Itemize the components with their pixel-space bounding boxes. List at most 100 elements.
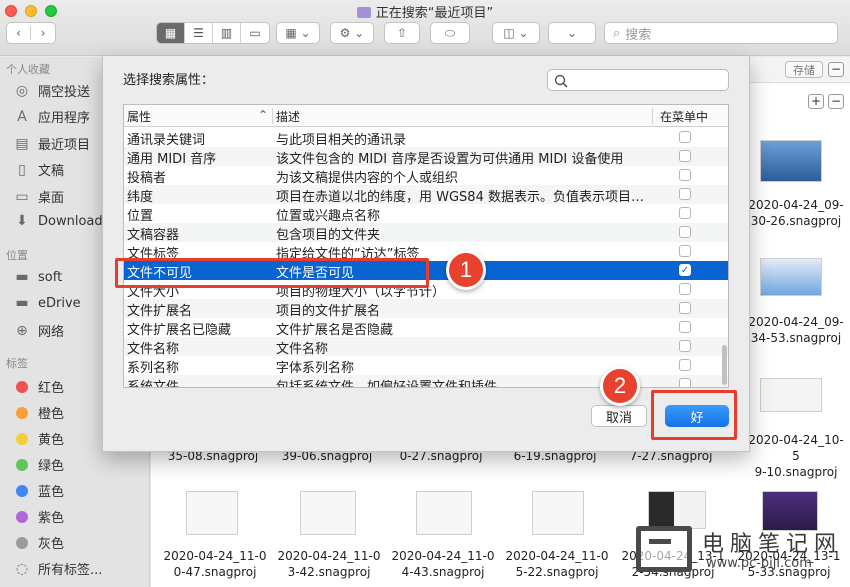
in-menu-checkbox[interactable] <box>679 150 691 162</box>
sidebar-tag-orange[interactable]: 橙色 <box>14 403 64 422</box>
tags-button[interactable]: ⬭ <box>430 22 470 44</box>
disk-icon: ▬ <box>15 295 29 311</box>
file-thumbnail[interactable] <box>416 491 472 535</box>
sidebar-item-edrive[interactable]: ▬ eDrive <box>14 295 80 311</box>
list-view-icon[interactable]: ☰ <box>185 23 213 43</box>
table-row[interactable]: 文稿容器 包含项目的文件夹 <box>124 223 728 243</box>
file-name[interactable]: 2020-04-24_10-5 9-10.snagproj <box>746 432 846 480</box>
description-cell: 包含项目的文件夹 <box>276 228 381 243</box>
file-thumbnail[interactable] <box>760 258 822 296</box>
file-thumbnail[interactable] <box>760 140 822 182</box>
in-menu-checkbox[interactable] <box>679 245 691 257</box>
recents-icon: ▤ <box>15 135 29 152</box>
add-rule-button[interactable]: + <box>808 94 824 109</box>
network-icon: ⊕ <box>16 322 28 339</box>
remove-criteria-button[interactable]: − <box>828 62 844 77</box>
in-menu-checkbox[interactable] <box>679 340 691 352</box>
file-name[interactable]: 2020-04-24_09- 34-53.snagproj <box>746 314 846 346</box>
table-row[interactable]: 系列名称 字体系列名称 <box>124 356 728 376</box>
file-name[interactable]: 2020-04-24_11-0 4-43.snagproj <box>388 548 498 580</box>
gallery-view-icon[interactable]: ▭ <box>241 23 269 43</box>
in-menu-checkbox[interactable] <box>679 359 691 371</box>
sidebar-tag-gray[interactable]: 灰色 <box>14 533 64 552</box>
save-search-button[interactable]: 存储 <box>785 61 823 78</box>
description-cell: 文件扩展名是否隐藏 <box>276 323 394 338</box>
attribute-cell: 位置 <box>127 209 154 224</box>
group-button[interactable]: ▦ ⌄ <box>276 22 320 44</box>
share-button[interactable]: ⇧ <box>384 22 420 44</box>
column-view-icon[interactable]: ▥ <box>213 23 241 43</box>
sidebar-tag-purple[interactable]: 紫色 <box>14 507 64 526</box>
column-header-description[interactable]: 描述 <box>276 108 300 125</box>
dropbox-button[interactable]: ◫ ⌄ <box>492 22 540 44</box>
sidebar-tag-yellow[interactable]: 黄色 <box>14 429 64 448</box>
in-menu-checkbox[interactable] <box>679 131 691 143</box>
file-thumbnail[interactable] <box>300 491 356 535</box>
sidebar-tag-blue[interactable]: 蓝色 <box>14 481 64 500</box>
sidebar-item-recents[interactable]: ▤ 最近项目 <box>14 134 90 154</box>
back-forward-buttons[interactable]: ‹ › <box>6 22 56 44</box>
toolbar-search-field[interactable]: ⌕ 搜索 <box>604 22 838 44</box>
sidebar-item-documents[interactable]: ▯ 文稿 <box>14 160 64 180</box>
action-button[interactable]: ⚙ ⌄ <box>330 22 374 44</box>
sidebar-item-network[interactable]: ⊕ 网络 <box>14 321 64 341</box>
search-icon <box>554 74 568 88</box>
table-row[interactable]: 投稿者 为该文稿提供内容的个人或组织 <box>124 166 728 186</box>
attribute-search-field[interactable] <box>547 69 729 91</box>
in-menu-checkbox[interactable] <box>679 283 691 295</box>
column-header-attribute[interactable]: 属性 <box>127 108 151 125</box>
table-row[interactable]: 文件名称 文件名称 <box>124 337 728 357</box>
file-name[interactable]: 2020-04-24_09- 30-26.snagproj <box>746 197 846 229</box>
table-row[interactable]: 位置 位置或兴趣点名称 <box>124 204 728 224</box>
extra-toolbar-button[interactable]: ⌄ <box>548 22 596 44</box>
sidebar-item-desktop[interactable]: ▭ 桌面 <box>14 187 64 207</box>
file-name[interactable]: 2020-04-24_11-0 3-42.snagproj <box>274 548 384 580</box>
file-thumbnail[interactable] <box>532 491 584 535</box>
attribute-cell: 通讯录关键词 <box>127 133 206 148</box>
table-row[interactable]: 文件扩展名 项目的文件扩展名 <box>124 299 728 319</box>
sort-chevron-up-icon[interactable]: ⌃ <box>258 108 268 122</box>
in-menu-checkbox[interactable] <box>679 378 691 387</box>
table-row[interactable]: 纬度 项目在赤道以北的纬度，用 WGS84 数据表示。负值表示项目… <box>124 185 728 205</box>
back-chevron-icon[interactable]: ‹ <box>7 26 31 40</box>
icon-view-icon[interactable]: ▦ <box>157 23 185 43</box>
attribute-cell: 通用 MIDI 音序 <box>127 152 217 167</box>
view-mode-segmented[interactable]: ▦ ☰ ▥ ▭ <box>156 22 270 44</box>
in-menu-checkbox[interactable] <box>679 188 691 200</box>
table-row[interactable]: 通讯录关键词 与此项目相关的通讯录 <box>124 128 728 148</box>
table-row[interactable]: 文件扩展名已隐藏 文件扩展名是否隐藏 <box>124 318 728 338</box>
remove-rule-button[interactable]: − <box>828 94 844 109</box>
all-tags-icon: ◌ <box>15 560 29 577</box>
in-menu-checkbox[interactable] <box>679 226 691 238</box>
sidebar-item-downloads[interactable]: ⬇ Downloads <box>14 213 109 229</box>
table-scrollbar[interactable] <box>722 345 727 385</box>
file-thumbnail[interactable] <box>186 491 238 535</box>
cancel-button[interactable]: 取消 <box>591 405 647 427</box>
column-header-in-menu[interactable]: 在菜单中 <box>660 108 708 125</box>
in-menu-checkbox[interactable] <box>679 207 691 219</box>
tag-icon: ⬭ <box>444 25 456 40</box>
sidebar-item-applications[interactable]: A 应用程序 <box>14 107 90 127</box>
in-menu-checkbox[interactable] <box>679 169 691 181</box>
watermark-title: 电脑笔记网 <box>702 532 843 557</box>
disk-icon: ▬ <box>15 269 29 285</box>
forward-chevron-icon[interactable]: › <box>31 26 55 40</box>
watermark-url: www.pc-bijl.com <box>706 556 812 571</box>
attribute-cell: 投稿者 <box>127 171 167 186</box>
file-name[interactable]: 2020-04-24_11-0 5-22.snagproj <box>502 548 612 580</box>
description-cell: 与此项目相关的通讯录 <box>276 133 407 148</box>
column-divider <box>652 108 653 124</box>
orange-tag-dot <box>16 406 28 419</box>
sidebar-tag-red[interactable]: 红色 <box>14 377 64 396</box>
sidebar-tag-green[interactable]: 绿色 <box>14 455 64 474</box>
file-thumbnail[interactable] <box>760 378 822 412</box>
sidebar-item-soft[interactable]: ▬ soft <box>14 269 62 285</box>
in-menu-checkbox[interactable] <box>679 302 691 314</box>
description-cell: 包括系统文件，如偏好设置文件和插件 <box>276 380 498 388</box>
in-menu-checkbox[interactable] <box>679 321 691 333</box>
in-menu-checkbox-checked[interactable]: ✓ <box>679 264 691 276</box>
file-name[interactable]: 2020-04-24_11-0 0-47.snagproj <box>160 548 270 580</box>
sidebar-all-tags[interactable]: ◌ 所有标签... <box>14 559 103 579</box>
table-row[interactable]: 通用 MIDI 音序 该文件包含的 MIDI 音序是否设置为可供通用 MIDI 设… <box>124 147 728 167</box>
sidebar-item-airdrop[interactable]: ◎ 隔空投送 <box>14 81 90 101</box>
